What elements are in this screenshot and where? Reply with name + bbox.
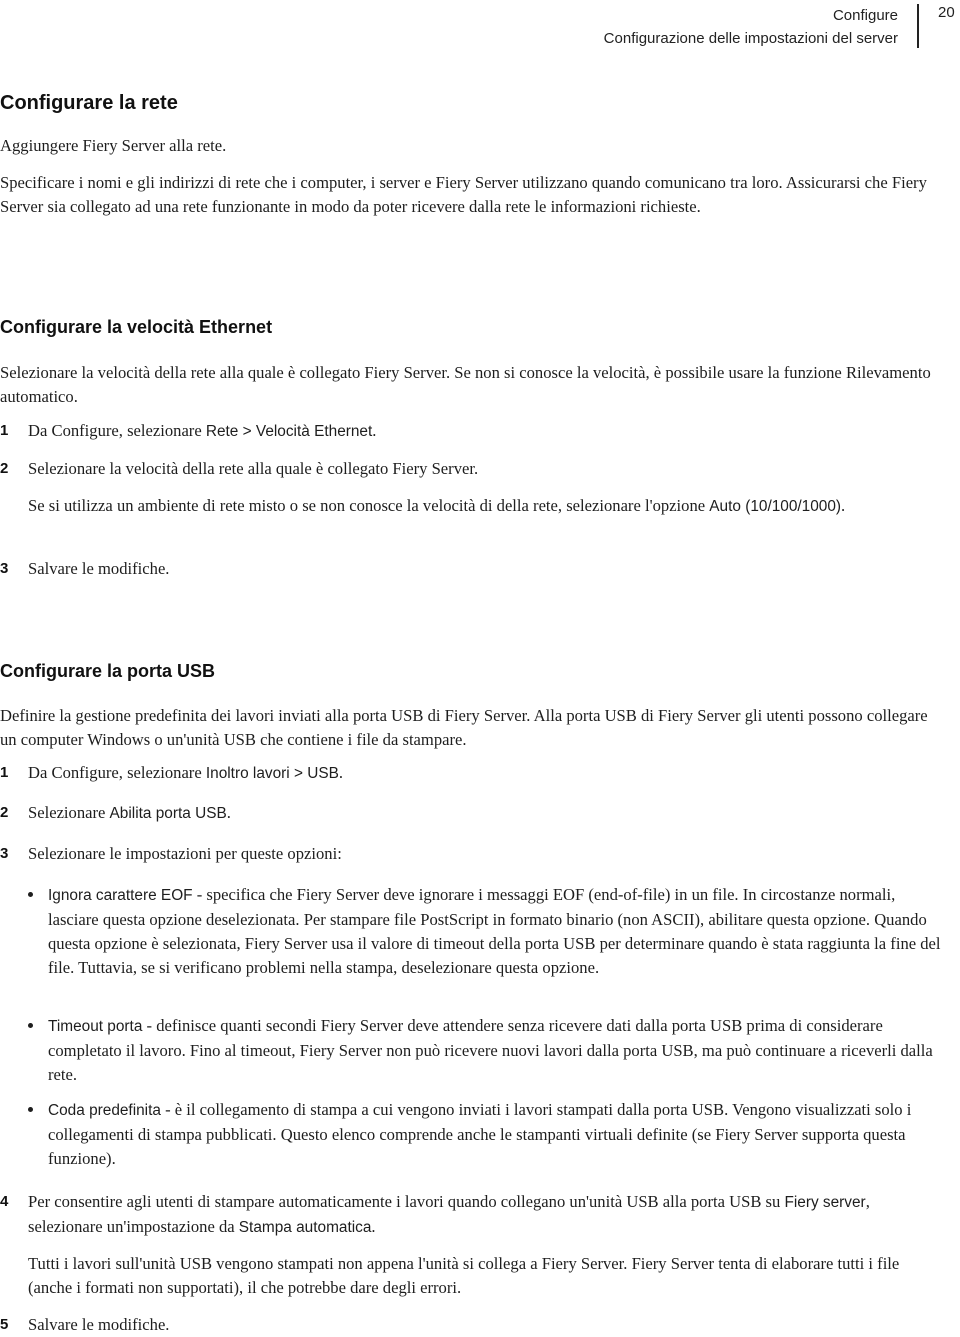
option-item: Coda predefinita - è il collegamento di … [28,1098,948,1171]
usb-step-4: 4 Per consentire agli utenti di stampare… [0,1190,942,1300]
step-text: Selezionare [28,803,110,822]
step-text: Selezionare le impostazioni per queste o… [28,844,342,863]
option-item: Ignora carattere EOF - specifica che Fie… [28,883,948,980]
ethernet-step-2: 2 Selezionare la velocità della rete all… [0,457,942,519]
usb-step-5: 5 Salvare le modifiche. [0,1313,942,1337]
step-note: Tutti i lavori sull'unità USB vengono st… [28,1254,900,1297]
usb-intro-wrap: Definire la gestione predefinita dei lav… [0,704,942,752]
ethernet-step-3: 3 Salvare le modifiche. [0,557,942,581]
step-text: Per consentire agli utenti di stampare a… [28,1192,785,1211]
step-text-end: . [372,421,377,440]
step-text: Salvare le modifiche. [28,559,170,578]
step-text: Salvare le modifiche. [28,1315,170,1334]
ui-option-auto: Auto (10/100/1000) [709,498,842,515]
step-number: 5 [0,1316,9,1333]
header-divider [917,4,919,48]
usb-intro: Definire la gestione predefinita dei lav… [0,706,928,749]
usb-step-2: 2 Selezionare Abilita porta USB. [0,801,942,826]
step-text: Da Configure, selezionare [28,763,206,782]
note-text: Se si utilizza un ambiente di rete misto… [28,496,710,515]
note-text-end: . [841,496,846,515]
network-p1-wrap: Aggiungere Fiery Server alla rete. [0,134,942,158]
bullet-icon [28,1107,33,1112]
network-paragraph-2: Specificare i nomi e gli indirizzi di re… [0,173,927,216]
section-network: Configurare la rete [0,91,942,115]
ethernet-intro: Selezionare la velocità della rete alla … [0,363,931,406]
usb-step-3: 3 Selezionare le impostazioni per queste… [0,842,942,866]
ui-path-inoltro-usb: Inoltro lavori > USB [205,765,339,782]
ui-term-fiery-server: Fiery server [784,1194,866,1211]
option-item: Timeout porta - definisce quanti secondi… [28,1014,948,1087]
step-text-end: . [338,763,344,782]
bullet-icon [28,892,33,897]
step-text: Selezionare la velocità della rete alla … [28,459,479,478]
section-title-usb: Configurare la porta USB [0,661,216,681]
network-paragraph-1: Aggiungere Fiery Server alla rete. [0,136,227,155]
ethernet-step-1: 1 Da Configure, selezionare Rete > Veloc… [0,419,942,444]
step-number: 2 [0,804,9,821]
option-description: - è il collegamento di stampa a cui veng… [48,1100,912,1168]
header-chapter: Configure [832,7,898,24]
ui-path-rete-velocita: Rete > Velocità Ethernet [205,423,373,440]
section-title-ethernet: Configurare la velocità Ethernet [0,317,273,337]
step-number: 3 [0,845,9,862]
header-section: Configurazione delle impostazioni del se… [603,30,898,47]
step-number: 1 [0,422,9,439]
usb-step-1: 1 Da Configure, selezionare Inoltro lavo… [0,761,942,786]
step-note: Se si utilizza un ambiente di rete misto… [28,494,942,519]
option-name: Timeout porta [48,1018,143,1035]
step-text: Da Configure, selezionare [28,421,206,440]
step-text-end: . [371,1217,376,1236]
option-name: Coda predefinita [48,1102,161,1119]
step-number: 4 [0,1193,9,1210]
running-header: Configure Configurazione delle impostazi… [604,4,898,50]
page-number: 20 [938,4,955,21]
option-description: - definisce quanti secondi Fiery Server … [48,1016,933,1084]
ui-option-abilita-usb: Abilita porta USB [109,805,227,822]
bullet-icon [28,1023,33,1028]
step-number: 1 [0,764,9,781]
ui-option-stampa-automatica: Stampa automatica [238,1219,372,1236]
ethernet-intro-wrap: Selezionare la velocità della rete alla … [0,361,942,409]
step-text-end: . [226,803,231,822]
option-name: Ignora carattere EOF [48,887,193,904]
step-number: 2 [0,460,9,477]
step-number: 3 [0,560,9,577]
section-usb: Configurare la porta USB [0,660,942,682]
network-p2-wrap: Specificare i nomi e gli indirizzi di re… [0,171,946,219]
section-ethernet: Configurare la velocità Ethernet [0,316,942,338]
page-header: Configure Configurazione delle impostazi… [0,0,960,60]
section-title-network: Configurare la rete [0,92,178,114]
